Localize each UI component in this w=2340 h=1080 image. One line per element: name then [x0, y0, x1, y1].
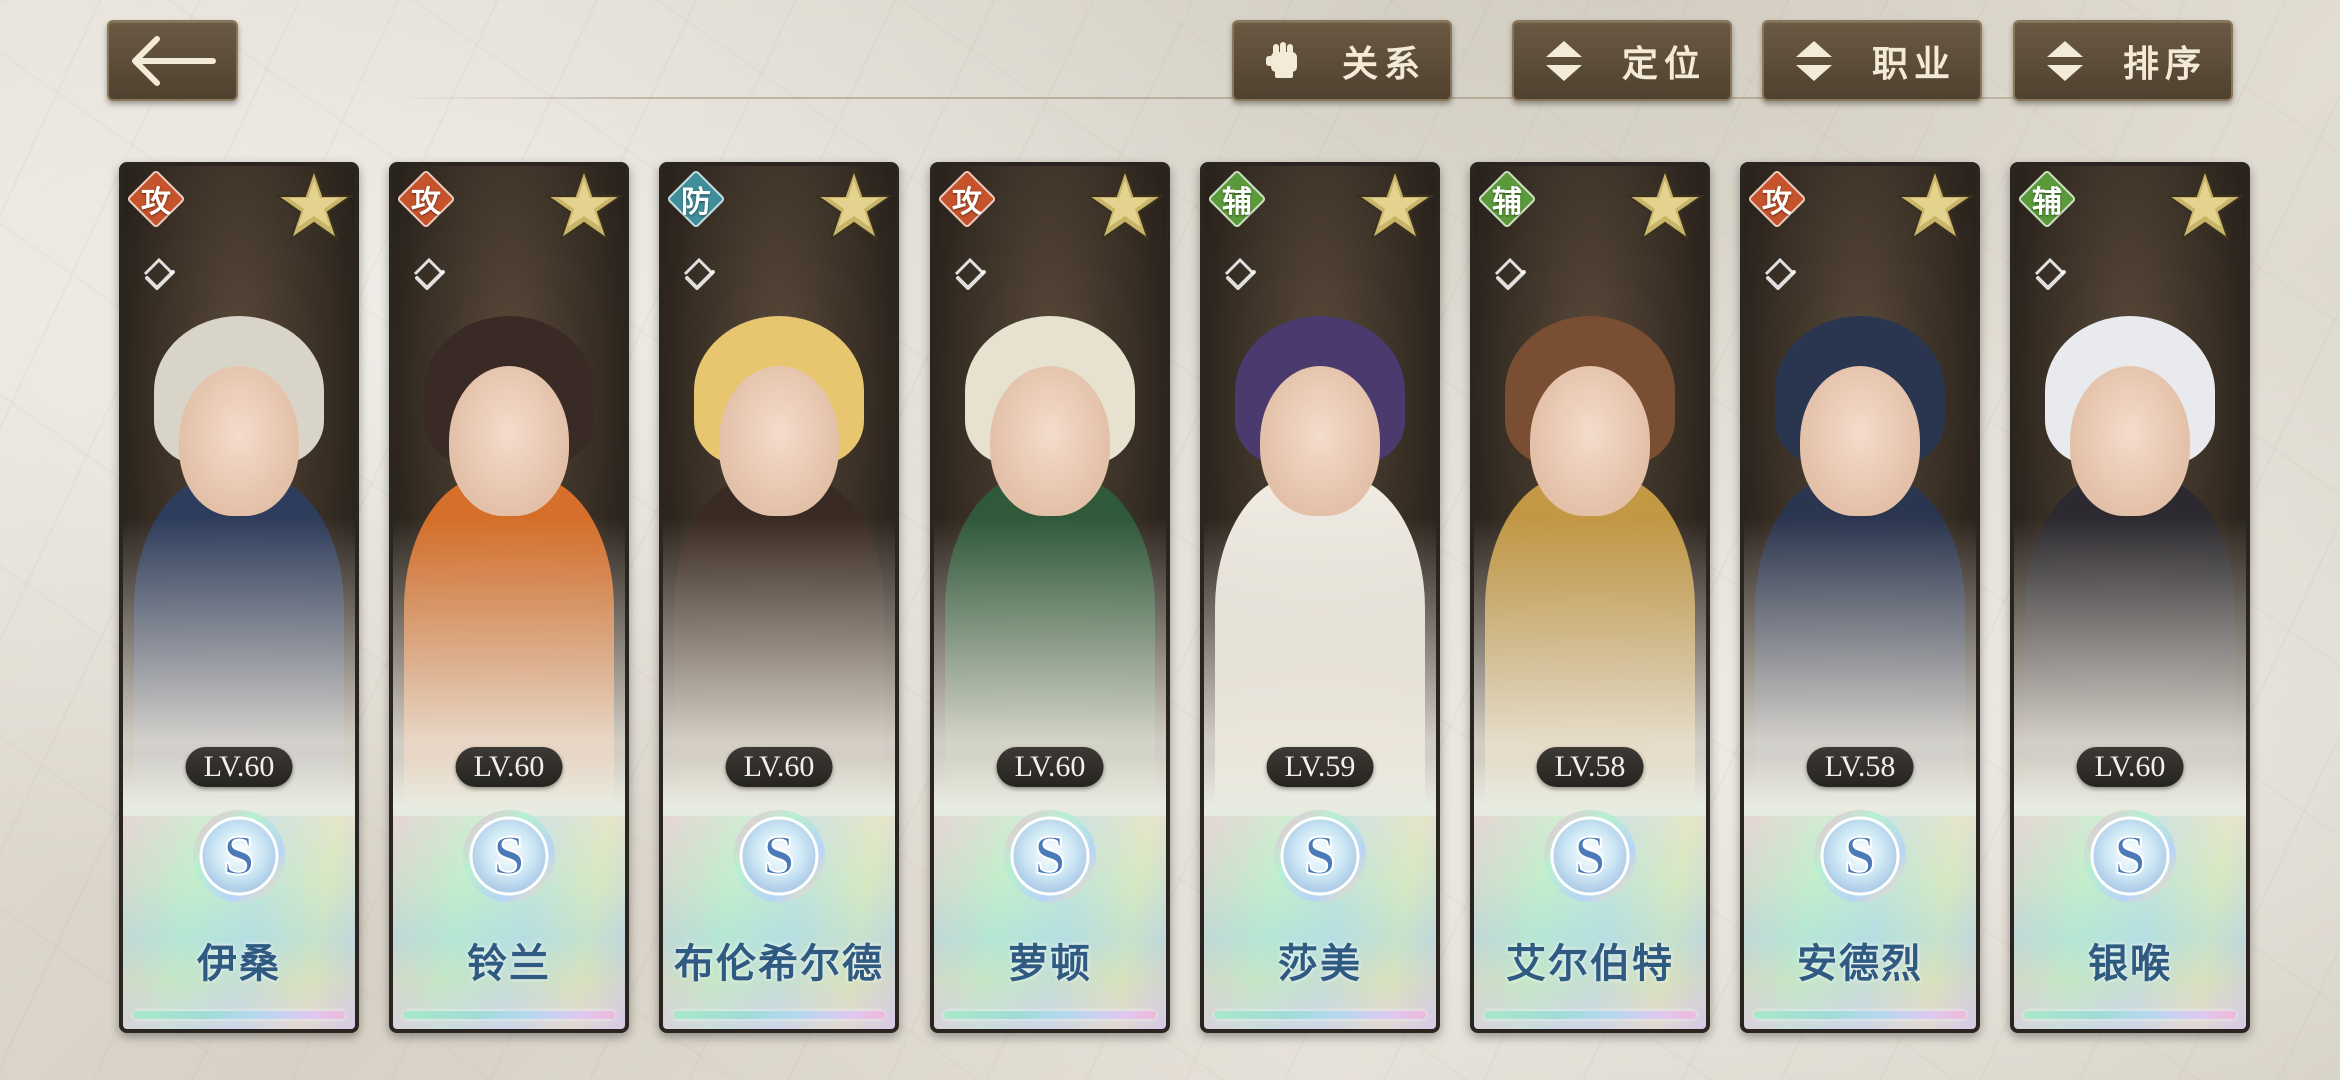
- sort-arrows-icon: [1538, 35, 1590, 87]
- class-filter-button[interactable]: 职业: [1762, 20, 1982, 101]
- role-badge: 辅: [1477, 169, 1537, 229]
- role-badge: 防: [666, 169, 726, 229]
- role-badge: 攻: [1747, 169, 1807, 229]
- character-card[interactable]: 攻 LV.60: [930, 162, 1170, 1033]
- level-label: LV.60: [185, 747, 293, 787]
- arrow-left-icon: [131, 35, 216, 86]
- card-progress-bar: [673, 1011, 885, 1019]
- role-badge: 攻: [937, 169, 997, 229]
- star-icon: [1896, 166, 1974, 242]
- card-progress-bar: [133, 1011, 345, 1019]
- svg-text:S: S: [763, 825, 794, 887]
- character-name: 铃兰: [467, 941, 551, 987]
- level-label: LV.58: [1536, 747, 1644, 787]
- role-badge: 辅: [1207, 169, 1267, 229]
- role-badge: 攻: [126, 169, 186, 229]
- card-progress-bar: [403, 1011, 615, 1019]
- character-name: 银喉: [2088, 941, 2172, 987]
- character-card[interactable]: 辅 LV.58 S 艾尔伯特: [1470, 162, 1710, 1033]
- svg-text:S: S: [493, 825, 524, 887]
- character-card[interactable]: 辅 LV.60 S 银喉: [2010, 162, 2250, 1033]
- level-label: LV.58: [1806, 747, 1914, 787]
- rarity-s-icon: S: [733, 810, 825, 902]
- character-card[interactable]: 攻 LV.58 S 安德烈: [1740, 162, 1980, 1033]
- rarity-s-icon: S: [1814, 810, 1906, 902]
- character-card[interactable]: 攻 LV.60: [389, 162, 629, 1033]
- svg-text:S: S: [1034, 825, 1065, 887]
- check-icon: [413, 257, 445, 290]
- character-card[interactable]: 辅 LV.59 S 莎美: [1200, 162, 1440, 1033]
- check-icon: [1764, 257, 1796, 290]
- relation-filter-label: 关系: [1341, 43, 1426, 85]
- character-card[interactable]: 攻 LV.60: [119, 162, 359, 1033]
- class-filter-label: 职业: [1871, 43, 1956, 85]
- check-icon: [143, 257, 175, 290]
- level-label: LV.60: [725, 747, 833, 787]
- character-name: 安德烈: [1797, 941, 1923, 987]
- svg-text:S: S: [1574, 825, 1605, 887]
- level-label: LV.59: [1266, 747, 1374, 787]
- character-name: 布伦希尔德: [674, 941, 884, 987]
- star-icon: [2166, 166, 2244, 242]
- card-progress-bar: [1484, 1011, 1696, 1019]
- role-label: 辅: [2032, 185, 2062, 220]
- role-badge: 攻: [396, 169, 456, 229]
- svg-text:S: S: [1844, 825, 1875, 887]
- position-filter-label: 定位: [1621, 43, 1706, 85]
- card-progress-bar: [1214, 1011, 1426, 1019]
- position-filter-button[interactable]: 定位: [1512, 20, 1732, 101]
- sort-arrows-icon: [1788, 35, 1840, 87]
- sort-arrows-icon: [2039, 35, 2091, 87]
- fist-icon: [1258, 35, 1310, 87]
- level-label: LV.60: [996, 747, 1104, 787]
- role-label: 攻: [141, 185, 171, 220]
- rarity-s-icon: S: [1274, 810, 1366, 902]
- star-icon: [1086, 166, 1164, 242]
- level-label: LV.60: [455, 747, 563, 787]
- rarity-s-icon: S: [193, 810, 285, 902]
- star-icon: [1356, 166, 1434, 242]
- star-icon: [1626, 166, 1704, 242]
- role-label: 攻: [1762, 185, 1792, 220]
- card-progress-bar: [2024, 1011, 2236, 1019]
- role-label: 攻: [411, 185, 441, 220]
- role-label: 辅: [1492, 185, 1522, 220]
- role-label: 防: [681, 185, 711, 220]
- role-label: 辅: [1222, 185, 1252, 220]
- card-progress-bar: [1754, 1011, 1966, 1019]
- star-icon: [545, 166, 623, 242]
- role-label: 攻: [952, 185, 982, 220]
- level-label: LV.60: [2076, 747, 2184, 787]
- character-name: 艾尔伯特: [1506, 941, 1674, 987]
- role-badge: 辅: [2017, 169, 2077, 229]
- svg-text:S: S: [2114, 825, 2145, 887]
- rarity-s-icon: S: [2084, 810, 2176, 902]
- character-name: 萝顿: [1008, 941, 1092, 987]
- character-name: 伊桑: [197, 941, 281, 987]
- rarity-s-icon: S: [463, 810, 555, 902]
- check-icon: [1224, 257, 1256, 290]
- star-icon: [815, 166, 893, 242]
- sort-filter-button[interactable]: 排序: [2013, 20, 2233, 101]
- character-name: 莎美: [1278, 941, 1362, 987]
- svg-text:S: S: [223, 825, 254, 887]
- rarity-s-icon: S: [1004, 810, 1096, 902]
- rarity-s-icon: S: [1544, 810, 1636, 902]
- card-progress-bar: [944, 1011, 1156, 1019]
- check-icon: [2034, 257, 2066, 290]
- back-button[interactable]: [107, 20, 238, 101]
- check-icon: [683, 257, 715, 290]
- star-icon: [275, 166, 353, 242]
- check-icon: [954, 257, 986, 290]
- check-icon: [1494, 257, 1526, 290]
- svg-text:S: S: [1304, 825, 1335, 887]
- relation-filter-button[interactable]: 关系: [1232, 20, 1452, 101]
- sort-filter-label: 排序: [2122, 43, 2207, 85]
- character-card[interactable]: 防 LV.60 S 布伦希尔德: [659, 162, 899, 1033]
